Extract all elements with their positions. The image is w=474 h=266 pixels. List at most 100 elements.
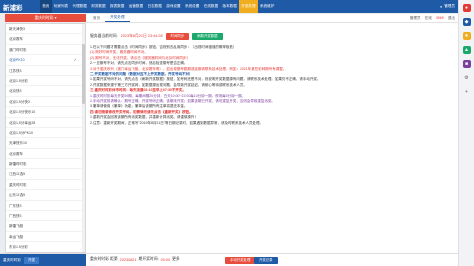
nav-item[interactable]: 首页 [40, 0, 52, 13]
dropdown-option[interactable]: 江西11选5 [6, 169, 85, 180]
dropdown-option[interactable]: 北京1.5分幸运28 [6, 118, 85, 128]
browser-side-toolbar: ● ◆ ★ ▲ ■ ⚙ + [458, 0, 474, 266]
dropdown-option-label: 山东11选5 [9, 193, 26, 198]
dropdown-option[interactable]: 北京1.5分彩 [6, 76, 85, 87]
bottom-lottery-label: 重庆时时彩 [3, 257, 21, 262]
dropdown-option[interactable]: 新疆飞艇 [6, 221, 85, 232]
dropdown-option-label: 广东快3 [9, 203, 22, 208]
dropdown-option[interactable]: 广西快3 [6, 211, 85, 222]
dropdown-option-label: 澳门时时彩 [9, 47, 27, 52]
more-link[interactable]: 更多 [172, 257, 180, 262]
dropdown-scrollbar[interactable] [82, 24, 85, 252]
draw-history-button[interactable]: 开奖记录 [254, 256, 278, 264]
logout-link[interactable]: 退出 [448, 16, 455, 21]
lottery-dropdown-list: 新天津快3 北京赛车 澳门时时彩 北京PK10 ✓ 江苏快3 北京1.5分彩 北京快3 北京1.… [5, 23, 86, 253]
dropdown-option[interactable]: 北京PK10 ✓ [6, 55, 85, 66]
dropdown-option[interactable]: 新天津快3 [6, 24, 85, 35]
nav-item[interactable]: 系统设置 [183, 0, 202, 13]
checkmark-icon: ✓ [73, 57, 77, 63]
bottom-status-bar: 重庆时时彩 开奖 重庆时时彩 距第 20230821 期开奖时间: 00:00 … [0, 253, 458, 266]
admin-info: 管理员 [409, 15, 421, 20]
dropdown-items: 新天津快3 北京赛车 澳门时时彩 北京PK10 ✓ 江苏快3 北京1.5分彩 北京快3 北京1.… [6, 24, 85, 252]
dropdown-option[interactable]: 北京1.5分PK10 [6, 128, 85, 139]
dropdown-option[interactable]: 北京1.5分快3 [6, 97, 85, 108]
yellow-extension-icon[interactable]: ★ [462, 32, 471, 40]
app-logo: 新浦彩 [3, 4, 23, 12]
refresh-draw-button[interactable]: 刷新开奖数据 [192, 33, 223, 40]
dropdown-option[interactable]: 北京赛车 [6, 34, 85, 45]
nav-item[interactable]: 开奖处理 [239, 0, 258, 13]
draw-countdown: 重庆时时彩 距第 20230821 期开奖时间: 00:00 更多 [90, 257, 180, 262]
purple-extension-icon[interactable]: ■ [462, 60, 471, 68]
dropdown-option-label: 江苏快3 [9, 68, 22, 73]
period-number: 20230821 [119, 257, 137, 262]
page-tab[interactable]: 首页 [88, 15, 105, 22]
countdown-value: 00:00 [160, 257, 171, 262]
nav-item[interactable]: 财务数据 [89, 0, 108, 13]
nav-item[interactable]: 版本数据 [220, 0, 239, 13]
settings-icon[interactable]: ⚙ [463, 74, 471, 82]
admin-label[interactable]: 管理员 [444, 4, 455, 9]
nav-item[interactable]: 报表数据 [108, 0, 127, 13]
chevron-down-icon: ▾ [54, 16, 57, 20]
nav-item[interactable]: 日志数据 [145, 0, 164, 13]
lottery-dropdown-header[interactable]: 重庆时时彩 ▾ [5, 14, 86, 22]
online-count: 3569 [435, 16, 444, 20]
dropdown-option[interactable]: 山东11选5 [6, 190, 85, 201]
server-time-bar: 服务器当前时间: 2023年8月21日 23:44:28 时间同步 刷新开奖数据 [90, 33, 223, 40]
nav-item[interactable]: 在线数据 [202, 0, 221, 13]
green-extension-icon[interactable]: ▲ [462, 46, 471, 54]
top-navigation: 新浦彩 首页 玩家列表 代理数据 财务数据 报表数据 运营数据 日志数据 游戏设置 系统设置 在线… [0, 0, 458, 13]
server-time-label: 服务器当前时间: [90, 34, 118, 38]
scrollbar-thumb[interactable] [82, 44, 85, 104]
top-right-area: ● 管理员 [440, 4, 458, 9]
dropdown-option-label: 广西快3 [9, 214, 22, 219]
dropdown-option-label: 北京1.5分PK10 [9, 130, 33, 135]
dropdown-option-label: 北京1.5分快乐10 [9, 110, 36, 115]
nav-item[interactable]: 玩家列表 [52, 0, 71, 13]
page-tab[interactable]: 开奖处理 [105, 14, 130, 22]
dropdown-option-label: 北京赛车 [9, 151, 23, 156]
nav-item[interactable]: 游戏设置 [164, 0, 183, 13]
dropdown-option-label: 重庆时时彩 [9, 182, 27, 187]
dropdown-option-label: 新天津快3 [9, 27, 25, 31]
dropdown-option[interactable]: 广东快3 [6, 201, 85, 212]
dropdown-option[interactable]: 北京赛车 [6, 149, 85, 160]
dropdown-option[interactable]: 新疆时时彩 [6, 159, 85, 170]
dropdown-option-label: 北京赛车 [9, 37, 23, 42]
online-label: 在线 [424, 15, 432, 20]
blue-extension-icon[interactable]: ◆ [462, 18, 471, 26]
dropdown-selected-label: 重庆时时彩 [34, 16, 54, 20]
server-time-value: 2023年8月21日 23:44:28 [120, 34, 163, 38]
instruction-line: 2.注意：重新开奖期间，正常写"2019年8月21日"等日期记录时，如果遇到数据… [90, 120, 264, 125]
dropdown-option[interactable]: 东京1.5分彩 [6, 242, 85, 252]
content-panel: 首页 开奖处理 管理员 在线 3569 退出 服务器当前时间: 2023年8月21… [86, 14, 458, 253]
dropdown-option-label: 北京1.5分幸运28 [9, 120, 36, 125]
dropdown-option-label: 天津快乐10 [9, 141, 27, 146]
dropdown-option-label: 江西11选5 [9, 172, 26, 177]
nav-menu: 首页 玩家列表 代理数据 财务数据 报表数据 运营数据 日志数据 游戏设置 系统设置 在线数据 版本… [40, 0, 277, 13]
add-icon[interactable]: + [463, 88, 471, 96]
dropdown-option[interactable]: 北京快3 [6, 86, 85, 97]
dropdown-option-label: 北京PK10 [9, 58, 25, 63]
time-sync-button[interactable]: 时间同步 [165, 33, 190, 40]
dropdown-option-label: 北京1.5分彩 [9, 78, 28, 83]
nav-item[interactable]: 代理数据 [70, 0, 89, 13]
dropdown-option-label: 幸运飞艇 [9, 234, 23, 239]
nav-item[interactable]: 运营数据 [127, 0, 146, 13]
dropdown-option-label: 新疆时时彩 [9, 162, 27, 167]
dropdown-option[interactable]: 重庆时时彩 [6, 180, 85, 191]
nav-item[interactable]: 系统维护 [258, 0, 277, 13]
manual-draw-button[interactable]: 手动开奖处理 [225, 256, 256, 264]
status-prefix: 重庆时时彩 距第 [90, 257, 118, 261]
status-mid: 期开奖时间: [138, 257, 159, 261]
dropdown-option[interactable]: 北京1.5分快乐10 [6, 107, 85, 118]
dropdown-option[interactable]: 江苏快3 [6, 66, 85, 76]
user-icon: ● [440, 4, 443, 9]
dropdown-option[interactable]: 澳门时时彩 [6, 45, 85, 56]
red-extension-icon[interactable]: ● [462, 4, 471, 12]
bottom-open-button[interactable]: 开奖 [23, 256, 40, 264]
dropdown-option[interactable]: 天津快乐10 [6, 138, 85, 149]
dropdown-option[interactable]: 幸运飞艇 [6, 232, 85, 243]
dropdown-option-label: 北京1.5分快3 [9, 99, 30, 104]
